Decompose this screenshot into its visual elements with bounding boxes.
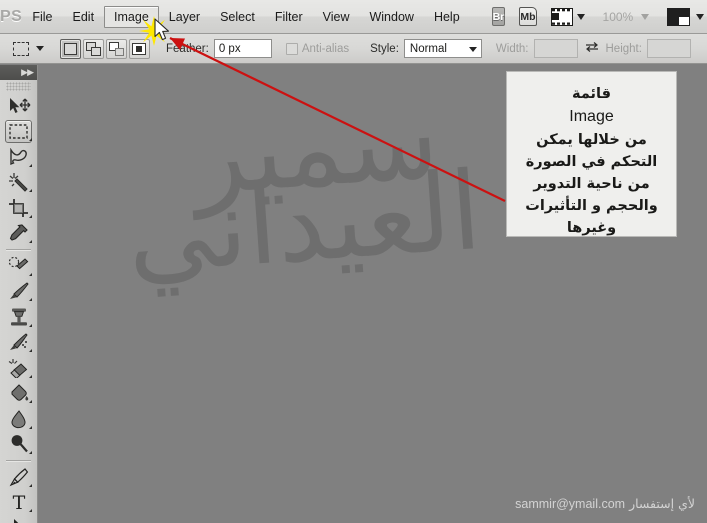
tool-flyout-indicator [29, 189, 32, 192]
tooltip-line-4: التحكم في الصورة [525, 154, 658, 171]
add-to-selection-button[interactable] [83, 38, 104, 59]
style-select[interactable]: Normal [403, 39, 482, 58]
tool-flyout-indicator [29, 349, 32, 352]
rectangular-marquee-icon [13, 41, 29, 56]
clone-stamp-tool[interactable] [0, 304, 37, 330]
height-label: Height: [605, 42, 642, 55]
tools-panel-grip[interactable] [6, 82, 31, 91]
tool-flyout-indicator [29, 483, 32, 487]
arrange-chevron-down-icon [696, 13, 705, 20]
eraser-tool[interactable] [0, 355, 37, 381]
launch-mini-bridge-button[interactable]: Mb [519, 7, 537, 26]
tool-flyout-indicator [29, 163, 32, 167]
tooltip-line-7: وغيرها [566, 220, 617, 237]
menu-help[interactable]: Help [424, 6, 470, 28]
anti-alias-checkbox-box [285, 42, 298, 55]
blur-tool[interactable] [0, 406, 37, 432]
path-selection-tool[interactable] [0, 515, 37, 523]
menu-bar: PS File Edit Image Layer Select Filter V… [0, 0, 707, 34]
tool-flyout-indicator [29, 298, 32, 301]
options-bar: Feather: Anti-alias Style: Normal Width:… [0, 34, 707, 64]
lasso-tool[interactable] [0, 144, 37, 170]
launch-bridge-button[interactable]: Br [491, 7, 506, 26]
new-selection-button[interactable] [60, 38, 81, 59]
tool-preset-chevron-down-icon [36, 46, 44, 51]
view-extras-button[interactable] [550, 7, 585, 26]
zoom-chevron-down-icon[interactable] [641, 13, 650, 20]
history-brush-tool[interactable] [0, 330, 37, 356]
selection-mode-group [60, 38, 150, 59]
anti-alias-checkbox[interactable]: Anti-alias [285, 42, 354, 55]
mouse-pointer-icon [154, 18, 170, 41]
watermark-email: sammir@ymail.com [515, 497, 626, 511]
quick-selection-tool[interactable] [0, 170, 37, 196]
rectangular-marquee-tool[interactable] [0, 119, 37, 145]
tool-flyout-indicator [29, 400, 32, 403]
style-chevron-down-icon [468, 47, 477, 52]
tooltip-line-5: من ناحية التدوير [533, 176, 650, 193]
feather-input[interactable] [213, 39, 272, 58]
tools-panel-header[interactable]: ▶▶ [0, 65, 37, 80]
arrange-documents-icon [667, 7, 691, 26]
height-input[interactable] [646, 39, 691, 58]
photoshop-window: PS File Edit Image Layer Select Filter V… [0, 0, 707, 523]
tool-flyout-indicator [29, 374, 32, 378]
menu-window[interactable]: Window [359, 6, 423, 28]
tool-flyout-indicator [29, 138, 32, 141]
watermark: لأي إستفسار sammir@ymail.com [515, 496, 695, 511]
tooltip-line-2: Image [569, 108, 614, 126]
photoshop-logo: PS [0, 7, 23, 25]
film-strip-icon [550, 7, 573, 26]
dodge-tool[interactable] [0, 432, 37, 458]
tool-flyout-indicator [29, 272, 32, 276]
subtract-from-selection-button[interactable] [106, 38, 127, 59]
tooltip-line-1: قائمة [572, 86, 611, 102]
view-extras-chevron-down-icon [576, 13, 585, 20]
menu-select[interactable]: Select [210, 6, 265, 28]
tools-divider-1 [6, 249, 31, 250]
zoom-level-value: 100% [602, 9, 634, 24]
tool-flyout-indicator [29, 451, 32, 454]
eyedropper-tool[interactable] [0, 221, 37, 247]
tooltip-line-6: والحجم و التأثيرات [525, 198, 658, 215]
double-chevron-right-icon[interactable]: ▶▶ [21, 67, 34, 78]
move-tool[interactable] [0, 93, 37, 119]
width-label: Width: [495, 42, 529, 55]
tools-divider-2 [6, 460, 31, 461]
tool-flyout-indicator [29, 509, 32, 512]
artwork-line-2: العيداني [122, 148, 485, 299]
gradient-tool[interactable] [0, 381, 37, 407]
tool-flyout-indicator [29, 240, 32, 243]
arrange-documents-button[interactable] [667, 7, 705, 26]
tool-preset-picker[interactable] [10, 41, 44, 56]
tool-flyout-indicator [29, 323, 32, 327]
crop-tool[interactable] [0, 195, 37, 221]
tools-panel: ▶▶ T [0, 65, 38, 523]
artwork-calligraphy: سمير العيداني [122, 78, 485, 306]
spot-healing-brush-tool[interactable] [0, 253, 37, 279]
style-label: Style: [370, 42, 399, 55]
menu-file[interactable]: File [22, 6, 62, 28]
watermark-prefix: لأي إستفسار [629, 496, 695, 511]
annotation-tooltip: قائمة Image من خلالها يمكن التحكم في الص… [506, 71, 677, 237]
horizontal-type-tool[interactable]: T [0, 490, 37, 516]
feather-label: Feather: [166, 42, 209, 55]
tooltip-line-3: من خلالها يمكن [536, 132, 647, 149]
tool-flyout-indicator [29, 425, 32, 429]
swap-arrows-icon[interactable] [585, 41, 599, 56]
menu-filter[interactable]: Filter [265, 6, 313, 28]
width-input[interactable] [533, 39, 578, 58]
tool-flyout-indicator [29, 214, 32, 218]
menu-edit[interactable]: Edit [63, 6, 105, 28]
style-select-value: Normal [409, 42, 447, 55]
pen-tool[interactable] [0, 464, 37, 490]
svg-text:T: T [12, 492, 25, 512]
anti-alias-label: Anti-alias [301, 42, 350, 55]
menu-view[interactable]: View [313, 6, 360, 28]
brush-tool[interactable] [0, 279, 37, 305]
